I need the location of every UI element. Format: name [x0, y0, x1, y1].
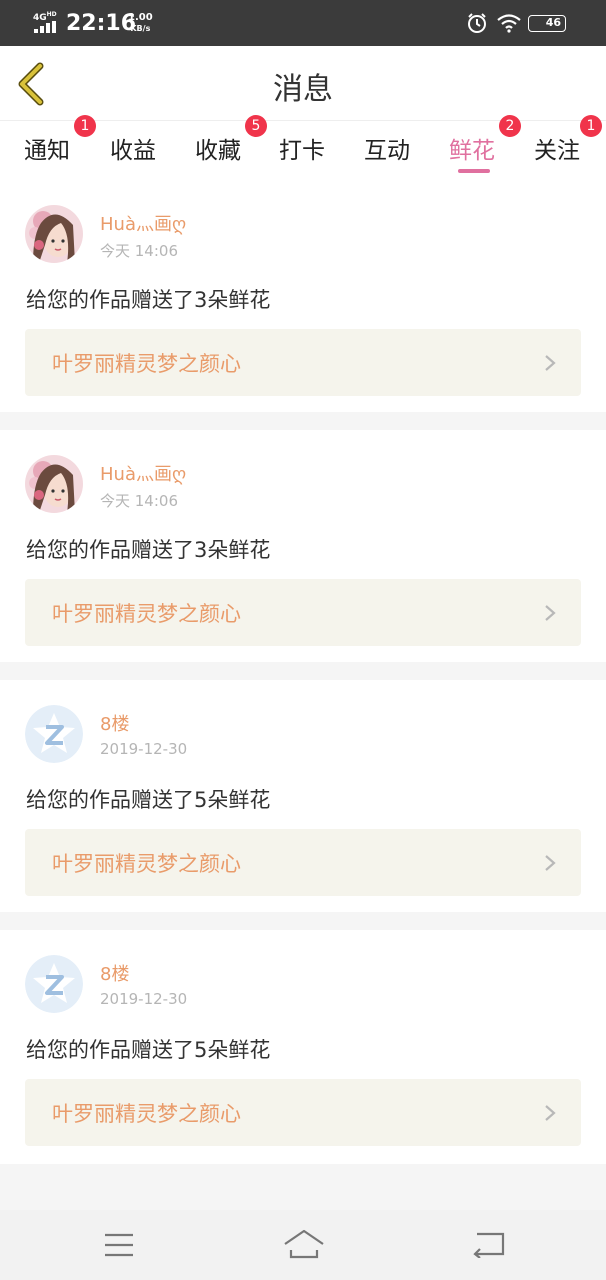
- tab-badge: 5: [245, 115, 267, 137]
- message-time: 2019-12-30: [100, 990, 188, 1008]
- work-link[interactable]: 叶罗丽精灵梦之颜心: [25, 1079, 581, 1146]
- tab-interactions[interactable]: 互动: [364, 131, 410, 165]
- message-card: 8楼 2019-12-30 给您的作品赠送了5朵鲜花 叶罗丽精灵梦之颜心: [0, 680, 606, 912]
- home-icon[interactable]: [283, 1228, 325, 1260]
- message-card: 8楼 2019-12-30 给您的作品赠送了5朵鲜花 叶罗丽精灵梦之颜心: [0, 930, 606, 1162]
- work-link[interactable]: 叶罗丽精灵梦之颜心: [25, 329, 581, 396]
- tab-badge: 2: [499, 115, 521, 137]
- sender-name[interactable]: 8楼: [100, 710, 129, 736]
- message-text: 给您的作品赠送了3朵鲜花: [26, 538, 271, 562]
- tab-bar: 通知 1 收益 收藏 5 打卡 互动 鲜花 2 关注 1: [0, 115, 606, 178]
- tab-checkin[interactable]: 打卡: [279, 131, 325, 165]
- message-text: 给您的作品赠送了3朵鲜花: [26, 288, 271, 312]
- work-title: 叶罗丽精灵梦之颜心: [52, 602, 241, 626]
- chevron-right-icon: [545, 855, 556, 871]
- tab-badge: 1: [580, 115, 602, 137]
- work-title: 叶罗丽精灵梦之颜心: [52, 852, 241, 876]
- network-speed: 1.00 KB/s: [128, 12, 153, 33]
- message-time: 今天 14:06: [100, 492, 178, 510]
- tab-flowers[interactable]: 鲜花 2: [449, 115, 521, 165]
- app-header: 消息: [0, 46, 606, 120]
- avatar[interactable]: [25, 455, 83, 513]
- work-title: 叶罗丽精灵梦之颜心: [52, 1102, 241, 1126]
- menu-icon[interactable]: [104, 1232, 134, 1258]
- page-title: 消息: [273, 72, 333, 107]
- return-icon[interactable]: [471, 1230, 505, 1258]
- avatar[interactable]: [25, 955, 83, 1013]
- work-title: 叶罗丽精灵梦之颜心: [52, 352, 241, 376]
- message-card: Huà灬画ღ 今天 14:06 给您的作品赠送了3朵鲜花 叶罗丽精灵梦之颜心: [0, 180, 606, 412]
- divider: [0, 412, 606, 430]
- status-time: 22:16: [66, 11, 137, 36]
- sender-name[interactable]: 8楼: [100, 960, 129, 986]
- system-nav-bar: [0, 1210, 606, 1280]
- avatar[interactable]: [25, 705, 83, 763]
- tab-favorites[interactable]: 收藏 5: [195, 115, 267, 165]
- message-text: 给您的作品赠送了5朵鲜花: [26, 788, 271, 812]
- message-time: 2019-12-30: [100, 740, 188, 758]
- message-text: 给您的作品赠送了5朵鲜花: [26, 1038, 271, 1062]
- divider: [0, 912, 606, 930]
- tab-earnings[interactable]: 收益: [110, 131, 156, 165]
- tab-follows[interactable]: 关注 1: [534, 115, 602, 165]
- battery-indicator: 46: [528, 15, 566, 32]
- signal-icon: [34, 21, 60, 33]
- work-link[interactable]: 叶罗丽精灵梦之颜心: [25, 579, 581, 646]
- status-bar: 4GHD 22:16 1.00 KB/s 46: [0, 0, 606, 46]
- active-tab-indicator: [458, 169, 490, 173]
- chevron-right-icon: [545, 355, 556, 371]
- divider: [0, 662, 606, 680]
- avatar[interactable]: [25, 205, 83, 263]
- sender-name[interactable]: Huà灬画ღ: [100, 460, 186, 486]
- sender-name[interactable]: Huà灬画ღ: [100, 210, 186, 236]
- message-time: 今天 14:06: [100, 242, 178, 260]
- work-link[interactable]: 叶罗丽精灵梦之颜心: [25, 829, 581, 896]
- chevron-right-icon: [545, 1105, 556, 1121]
- tab-notifications[interactable]: 通知 1: [24, 115, 96, 165]
- message-card: Huà灬画ღ 今天 14:06 给您的作品赠送了3朵鲜花 叶罗丽精灵梦之颜心: [0, 430, 606, 662]
- tab-badge: 1: [74, 115, 96, 137]
- alarm-icon: [468, 13, 486, 33]
- wifi-icon: [497, 14, 521, 33]
- chevron-right-icon: [545, 605, 556, 621]
